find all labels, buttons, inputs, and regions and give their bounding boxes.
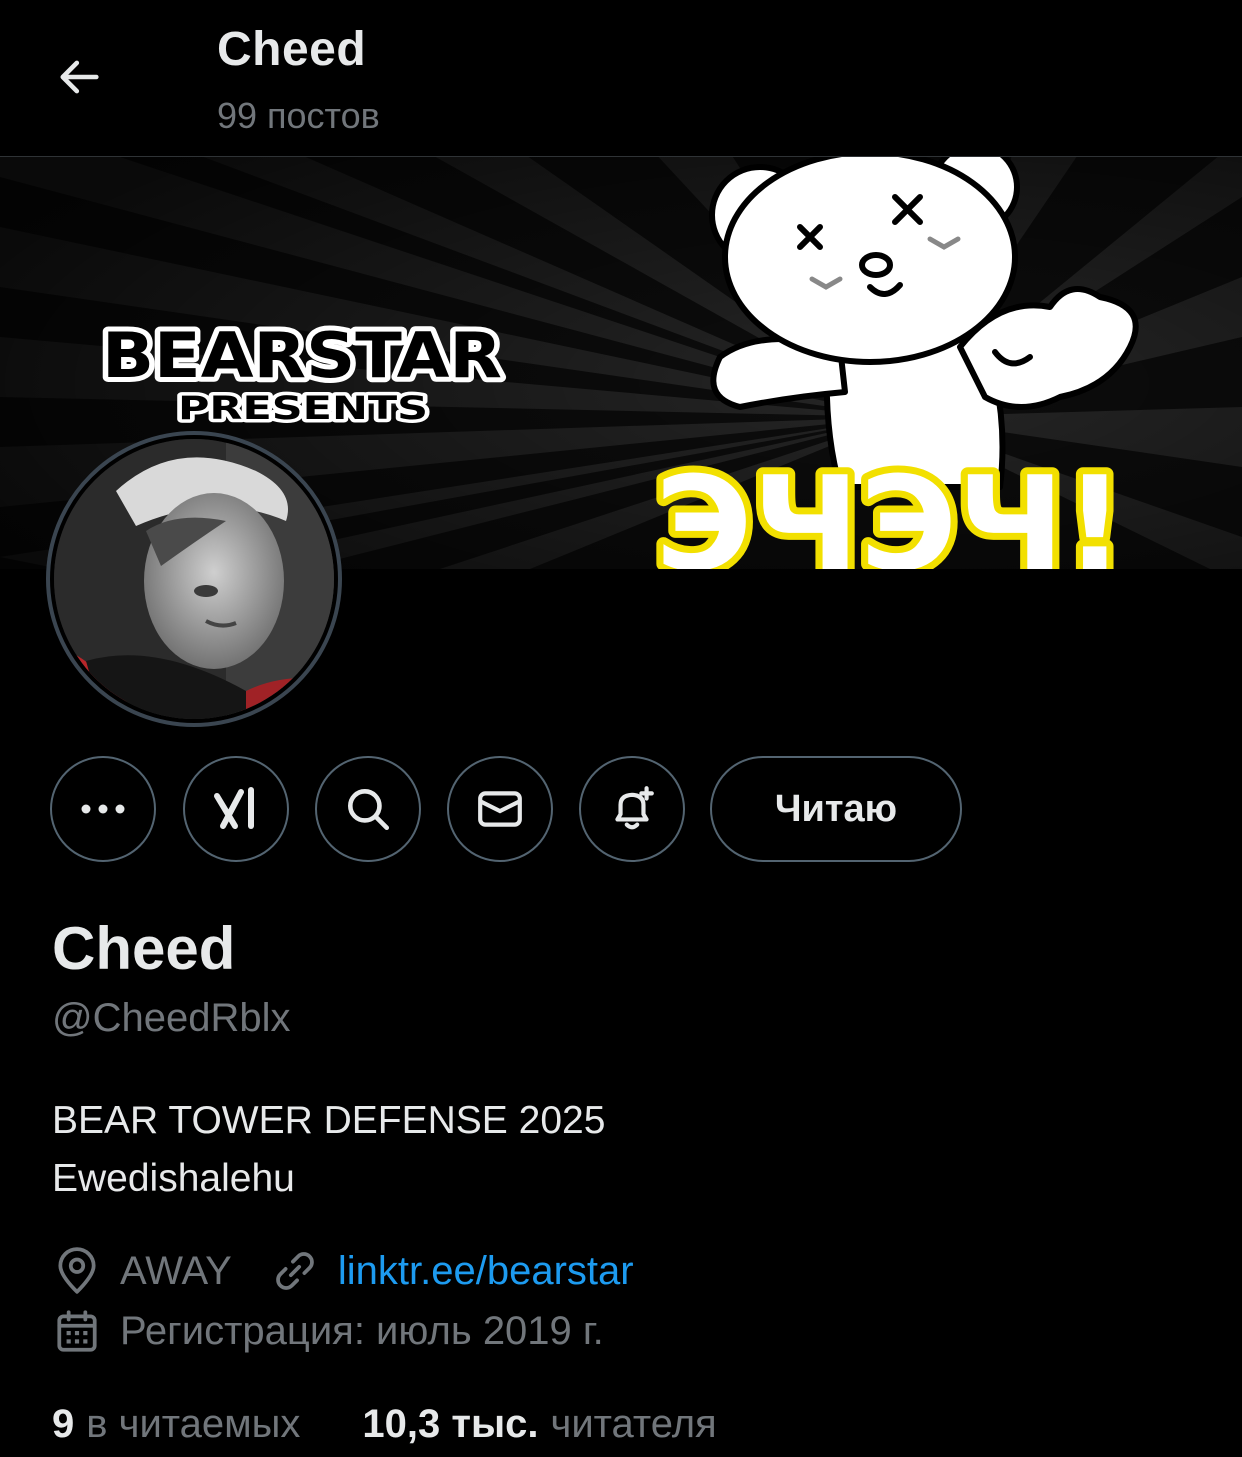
- banner-subtitle: PRESENTS: [178, 389, 428, 427]
- header-title: Cheed: [217, 23, 367, 76]
- message-button[interactable]: [447, 756, 553, 862]
- banner-logo-text: ЭЧЭЧ!: [655, 448, 1125, 569]
- following-stat[interactable]: 9в читаемых: [52, 1402, 300, 1447]
- search-button[interactable]: [315, 756, 421, 862]
- profile-meta-location-link: AWAY linktr.ee/bearstar: [52, 1246, 634, 1296]
- back-button[interactable]: [44, 42, 114, 112]
- followers-label: читателя: [550, 1402, 717, 1446]
- location-pin-icon: [52, 1246, 106, 1296]
- more-button[interactable]: [50, 756, 156, 862]
- banner-title: BEARSTAR: [102, 319, 502, 392]
- bio-line: Ewedishalehu: [52, 1157, 295, 1200]
- profile-handle: @CheedRblx: [52, 996, 291, 1040]
- profile-meta-joined: Регистрация: июль 2019 г.: [52, 1306, 604, 1356]
- grok-button[interactable]: [183, 756, 289, 862]
- profile-link[interactable]: linktr.ee/bearstar: [338, 1249, 634, 1294]
- followers-stat[interactable]: 10,3 тыс. читателя: [362, 1402, 716, 1447]
- profile-bio: BEAR TOWER DEFENSE 2025 Ewedishalehu: [52, 1092, 605, 1208]
- envelope-icon: [478, 791, 522, 827]
- link-icon: [270, 1246, 324, 1296]
- profile-name: Cheed: [52, 915, 236, 982]
- more-horizontal-icon: [81, 804, 125, 814]
- bio-line: BEAR TOWER DEFENSE 2025: [52, 1099, 606, 1142]
- following-button[interactable]: Читаю: [710, 756, 962, 862]
- posts-count: 99 постов: [217, 95, 380, 136]
- notifications-button[interactable]: [579, 756, 685, 862]
- search-icon: [348, 789, 390, 831]
- calendar-icon: [52, 1306, 106, 1356]
- location-text: AWAY: [120, 1248, 232, 1293]
- top-bar: Cheed 99 постов: [0, 0, 1242, 156]
- bell-plus-icon: [615, 786, 654, 830]
- joined-date: Регистрация: июль 2019 г.: [120, 1308, 604, 1353]
- following-count: 9: [52, 1402, 75, 1446]
- avatar[interactable]: [46, 431, 342, 727]
- followers-count: 10,3 тыс.: [362, 1402, 539, 1446]
- arrow-left-icon: [60, 60, 99, 94]
- following-label: в читаемых: [86, 1402, 301, 1446]
- avatar-photo: [46, 431, 342, 727]
- grok-icon: [214, 787, 254, 829]
- profile-stats: 9в читаемых 10,3 тыс. читателя: [52, 1402, 717, 1447]
